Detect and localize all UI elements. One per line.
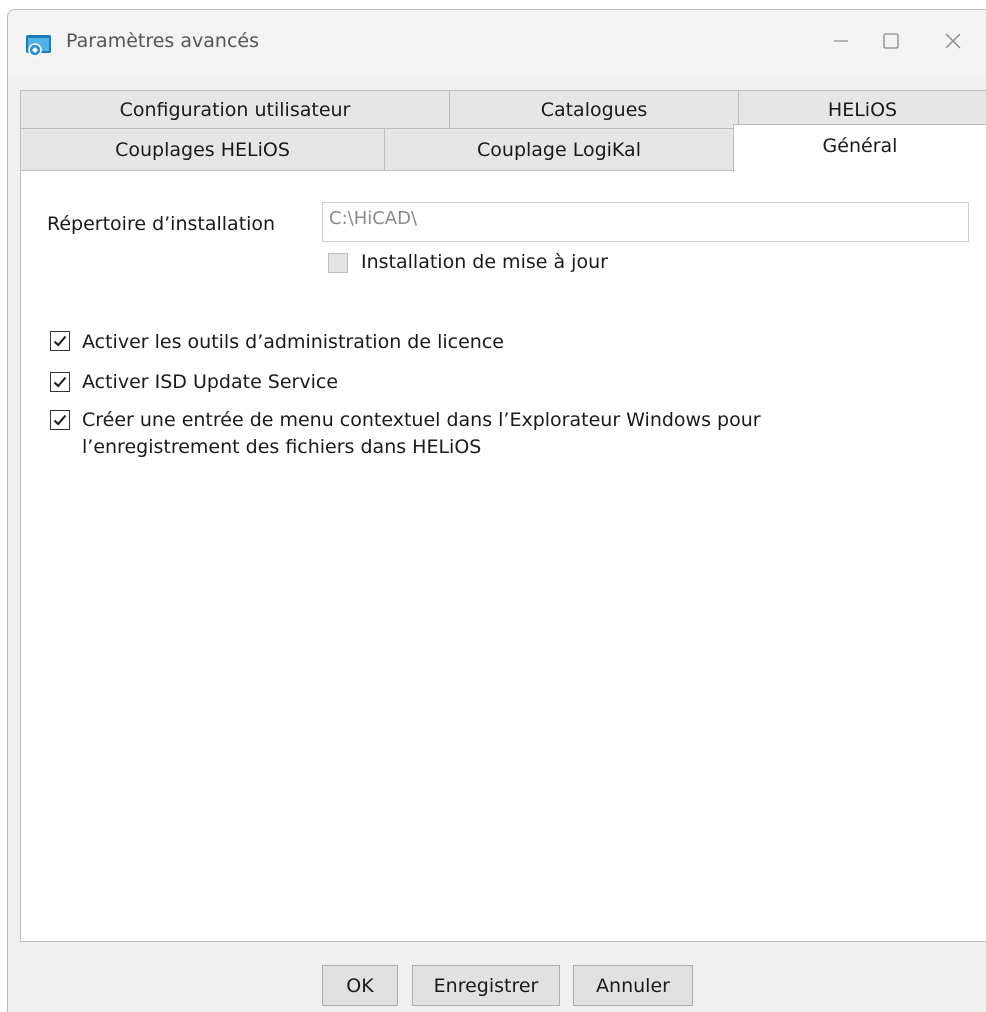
tab-helios[interactable]: HELiOS [738, 90, 986, 128]
tab-label: Catalogues [540, 98, 648, 121]
tab-general[interactable]: Général [733, 124, 986, 172]
tab-label: Couplage LogiKal [477, 138, 641, 161]
check-icon [53, 376, 67, 388]
tab-label: Couplages HELiOS [115, 138, 290, 161]
general-tab-panel: Répertoire d’installation C:\HiCAD\ Inst… [20, 170, 986, 942]
check-icon [53, 414, 67, 426]
tab-label: Configuration utilisateur [119, 98, 351, 121]
cancel-button[interactable]: Annuler [573, 965, 693, 1006]
title-bar[interactable]: Paramètres avancés [8, 10, 986, 78]
settings-dialog: Paramètres avancés Configuration utilisa… [7, 9, 986, 1012]
context-menu-label-line2: l’enregistrement des fichiers dans HELiO… [82, 436, 482, 458]
close-icon [943, 31, 963, 55]
context-menu-checkbox[interactable] [50, 410, 70, 430]
maximize-icon [881, 31, 901, 55]
install-dir-input[interactable]: C:\HiCAD\ [322, 202, 969, 242]
tab-couplage-logikal[interactable]: Couplage LogiKal [384, 128, 734, 170]
license-admin-checkbox[interactable] [50, 331, 70, 351]
ok-button[interactable]: OK [322, 965, 398, 1006]
tab-label: HELiOS [827, 98, 898, 121]
tab-couplages-helios[interactable]: Couplages HELiOS [20, 128, 385, 170]
save-button[interactable]: Enregistrer [412, 965, 560, 1006]
window-title: Paramètres avancés [66, 30, 259, 52]
tab-configuration-utilisateur[interactable]: Configuration utilisateur [20, 90, 450, 128]
tab-catalogues[interactable]: Catalogues [449, 90, 739, 128]
update-install-checkbox[interactable] [328, 253, 348, 273]
check-icon [53, 335, 67, 347]
tab-label: Général [822, 134, 898, 157]
install-dir-value: C:\HiCAD\ [329, 208, 418, 229]
maximize-button[interactable] [868, 20, 914, 66]
isd-update-label: Activer ISD Update Service [82, 371, 339, 393]
context-menu-label-line1: Créer une entrée de menu contextuel dans… [82, 409, 761, 431]
install-dir-label: Répertoire d’installation [47, 213, 276, 235]
minimize-button[interactable] [818, 20, 864, 66]
license-admin-label: Activer les outils d’administration de l… [82, 331, 504, 353]
update-install-label: Installation de mise à jour [361, 251, 608, 273]
isd-update-checkbox[interactable] [50, 372, 70, 392]
close-button[interactable] [930, 20, 976, 66]
minimize-icon [832, 32, 850, 54]
app-window-icon [25, 33, 53, 57]
